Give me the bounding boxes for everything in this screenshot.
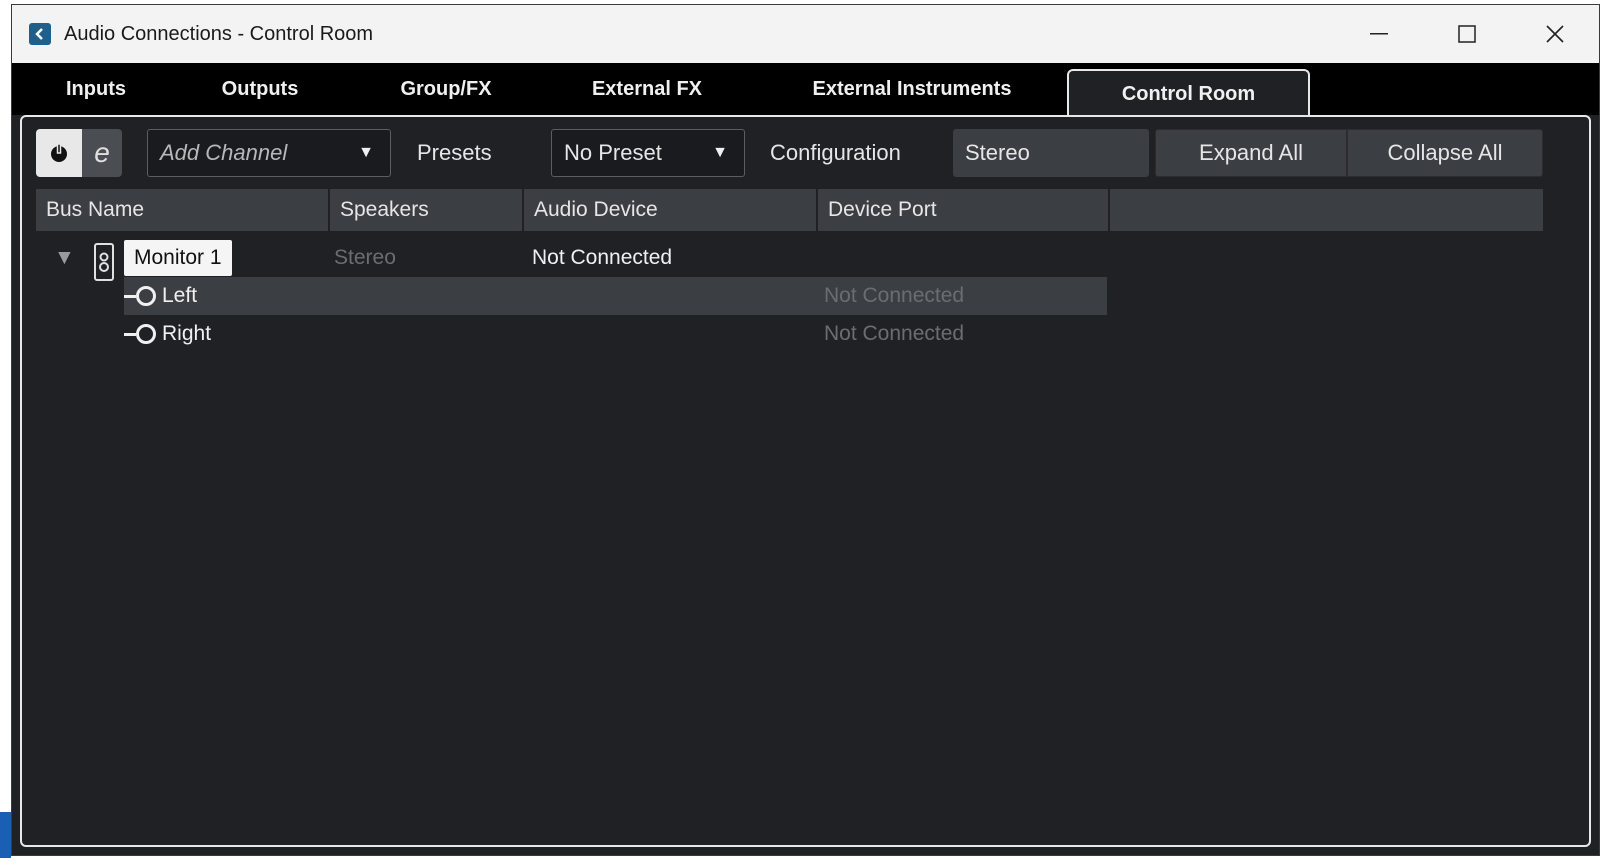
audio-connections-window: Audio Connections - Control Room Inputs … — [11, 4, 1600, 856]
speaker-icon — [94, 243, 114, 281]
configuration-field[interactable]: Stereo — [953, 129, 1149, 177]
close-button[interactable] — [1511, 5, 1599, 63]
output-port-icon — [124, 324, 156, 344]
connections-panel: e Add Channel ▼ Presets No Preset ▼ Conf… — [20, 115, 1591, 847]
table-row[interactable]: ▼ Monitor 1 Stereo Not Connected — [36, 239, 1543, 281]
collapse-all-button[interactable]: Collapse All — [1347, 129, 1543, 177]
minimize-button[interactable] — [1335, 5, 1423, 63]
edit-icon: e — [94, 137, 110, 168]
column-bus-name[interactable]: Bus Name — [36, 189, 330, 231]
power-button[interactable] — [36, 129, 82, 177]
tab-group-fx[interactable]: Group/FX — [380, 63, 512, 115]
configuration-value: Stereo — [965, 140, 1030, 165]
bus-audio-device[interactable]: Not Connected — [532, 239, 672, 277]
column-device-port[interactable]: Device Port — [818, 189, 1110, 231]
add-channel-dropdown[interactable]: Add Channel ▼ — [147, 129, 391, 177]
toolbar: e Add Channel ▼ Presets No Preset ▼ Conf… — [22, 129, 1589, 179]
expand-all-button[interactable]: Expand All — [1155, 129, 1347, 177]
device-port[interactable]: Not Connected — [824, 277, 964, 315]
port-label: Right — [124, 315, 211, 353]
column-speakers[interactable]: Speakers — [330, 189, 524, 231]
tab-bar: Inputs Outputs Group/FX External FX Exte… — [12, 63, 1599, 117]
output-port-icon — [124, 286, 156, 306]
presets-label: Presets — [417, 140, 492, 165]
preset-dropdown[interactable]: No Preset ▼ — [551, 129, 745, 177]
port-label: Left — [124, 277, 197, 315]
tab-inputs[interactable]: Inputs — [36, 63, 156, 115]
column-audio-device[interactable]: Audio Device — [524, 189, 818, 231]
tab-external-instruments[interactable]: External Instruments — [782, 63, 1042, 115]
tab-external-fx[interactable]: External FX — [572, 63, 722, 115]
table-row[interactable]: Right Not Connected — [36, 315, 1543, 353]
table-row[interactable]: Left Not Connected — [36, 277, 1543, 315]
preset-value: No Preset — [564, 140, 662, 165]
port-name: Right — [162, 322, 212, 345]
port-name: Left — [162, 284, 198, 307]
window-title: Audio Connections - Control Room — [64, 22, 374, 45]
device-port[interactable]: Not Connected — [824, 315, 964, 353]
tab-control-room[interactable]: Control Room — [1067, 69, 1310, 117]
bus-name[interactable]: Monitor 1 — [124, 240, 232, 276]
chevron-down-icon: ▼ — [712, 144, 728, 161]
app-icon — [29, 23, 51, 45]
configuration-label: Configuration — [770, 140, 901, 165]
bus-speakers: Stereo — [334, 246, 396, 269]
maximize-button[interactable] — [1423, 5, 1511, 63]
power-icon — [51, 143, 67, 162]
tab-outputs[interactable]: Outputs — [196, 63, 324, 115]
desktop-edge — [0, 812, 11, 858]
expand-triangle-icon[interactable]: ▼ — [54, 239, 75, 277]
title-bar[interactable]: Audio Connections - Control Room — [12, 5, 1599, 63]
chevron-down-icon: ▼ — [358, 144, 374, 161]
table-header: Bus Name Speakers Audio Device Device Po… — [36, 189, 1543, 231]
edit-button[interactable]: e — [82, 129, 122, 177]
window-controls — [1335, 5, 1599, 63]
add-channel-label: Add Channel — [160, 140, 288, 165]
